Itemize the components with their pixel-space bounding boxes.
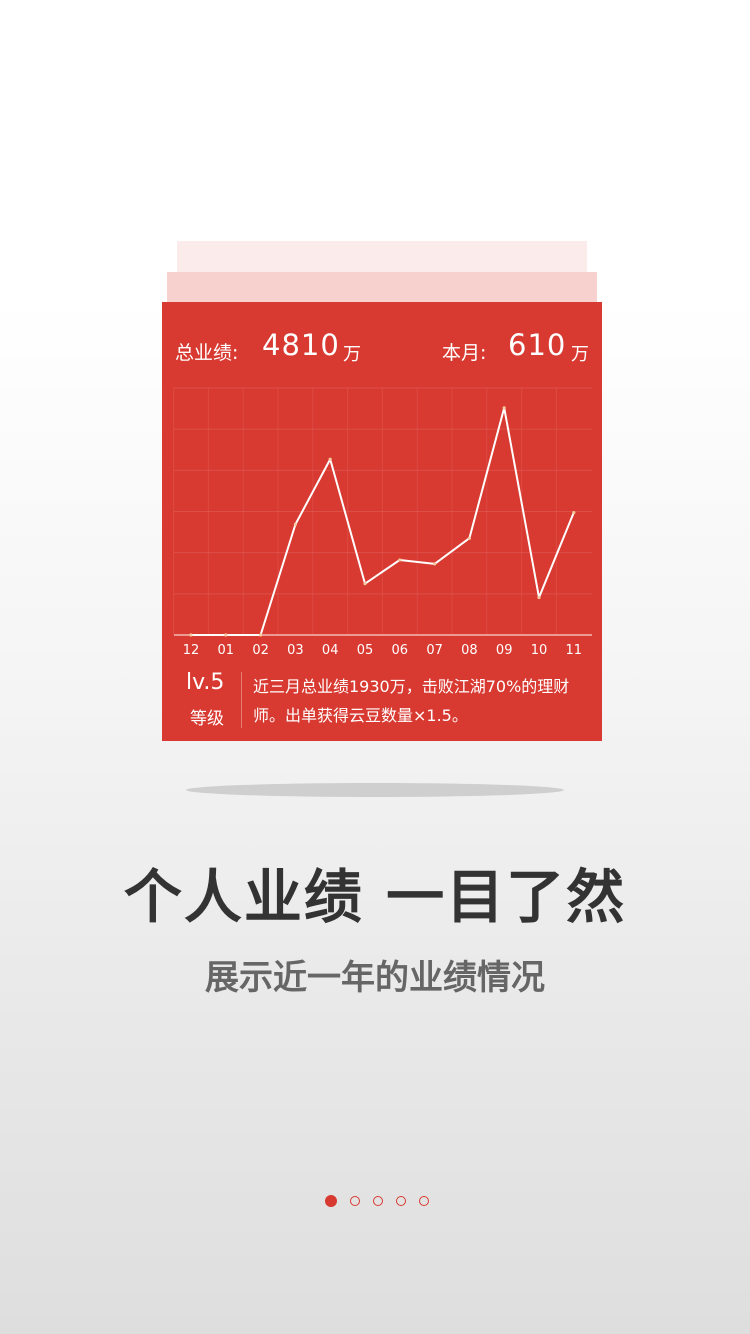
x-tick-label-05: 05 bbox=[357, 643, 374, 658]
page-dot-2[interactable] bbox=[350, 1196, 360, 1206]
data-point-07 bbox=[433, 562, 437, 566]
x-tick-label-07: 07 bbox=[426, 643, 443, 658]
performance-line-chart: 12 01 02 03 04 05 06 07 08 09 10 11 bbox=[173, 387, 592, 658]
performance-card: 总业绩: 4810 万 本月: 610 万 12 01 02 03 04 05 06 07 08… bbox=[162, 302, 602, 741]
data-point-06 bbox=[398, 558, 402, 562]
data-point-03 bbox=[293, 522, 297, 526]
card-footer: lv.5 等级 近三月总业绩1930万，击败江湖70%的理财师。出单获得云豆数量… bbox=[162, 664, 602, 741]
page-dot-3[interactable] bbox=[373, 1196, 383, 1206]
data-point-10 bbox=[537, 595, 541, 600]
data-point-12 bbox=[189, 633, 193, 637]
page-subheadline: 展示近一年的业绩情况 bbox=[205, 958, 545, 998]
data-point-11 bbox=[572, 510, 576, 515]
x-tick-label-11: 11 bbox=[566, 643, 583, 658]
x-tick-label-03: 03 bbox=[287, 643, 304, 658]
footer-divider bbox=[241, 672, 242, 728]
data-point-01 bbox=[224, 633, 228, 637]
page-indicator[interactable] bbox=[0, 1195, 750, 1210]
x-tick-label-02: 02 bbox=[252, 643, 269, 658]
x-tick-label-08: 08 bbox=[461, 643, 478, 658]
level-label: 等级 bbox=[190, 709, 224, 729]
chart-tick-labels: 12 01 02 03 04 05 06 07 08 09 10 11 bbox=[183, 643, 582, 658]
data-point-09 bbox=[502, 406, 506, 410]
x-tick-label-12: 12 bbox=[183, 643, 200, 658]
card-shadow bbox=[186, 783, 564, 797]
data-point-02 bbox=[259, 633, 263, 637]
x-tick-label-04: 04 bbox=[322, 643, 339, 658]
page-dot-1[interactable] bbox=[325, 1195, 337, 1207]
data-point-04 bbox=[328, 457, 332, 461]
chart-grid bbox=[173, 387, 592, 636]
x-tick-label-10: 10 bbox=[531, 643, 548, 658]
page-headline: 个人业绩 一目了然 bbox=[123, 863, 627, 931]
data-point-08 bbox=[467, 536, 471, 540]
page-dot-5[interactable] bbox=[419, 1196, 429, 1206]
x-tick-label-06: 06 bbox=[392, 643, 409, 658]
x-tick-label-01: 01 bbox=[218, 643, 235, 658]
page-dot-4[interactable] bbox=[396, 1196, 406, 1206]
data-point-05 bbox=[363, 582, 367, 586]
x-tick-label-09: 09 bbox=[496, 643, 513, 658]
performance-description: 近三月总业绩1930万，击败江湖70%的理财师。出单获得云豆数量×1.5。 bbox=[253, 677, 570, 725]
level-value: lv.5 bbox=[186, 670, 225, 695]
